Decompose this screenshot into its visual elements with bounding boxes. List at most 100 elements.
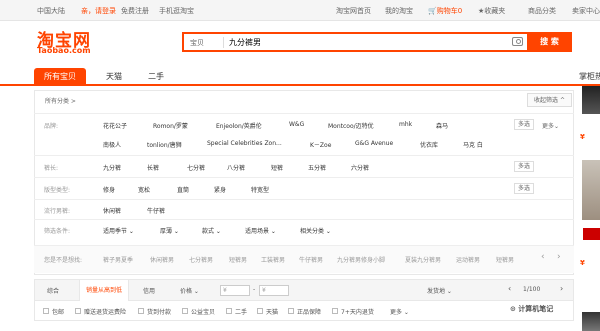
brand-option[interactable]: mhk <box>399 121 412 128</box>
taobao-home-link[interactable]: 淘宝网首页 <box>336 6 371 16</box>
brand-option[interactable]: G&G Avenue <box>355 140 393 147</box>
tab-tmall[interactable]: 天猫 <box>96 68 132 86</box>
suggest-link[interactable]: 牛仔裤男 <box>299 255 323 264</box>
ship-from-dropdown[interactable]: 发货地 ⌄ <box>427 286 452 295</box>
charity-checkbox[interactable] <box>182 308 188 314</box>
mobile-taobao-link[interactable]: 手机逛淘宝 <box>159 6 194 16</box>
brand-option[interactable]: 马克 白 <box>463 140 483 149</box>
suggest-link[interactable]: 运动裤男 <box>456 255 480 264</box>
fit-option[interactable]: 紧身 <box>214 185 226 194</box>
breadcrumb[interactable]: 所有分类 > <box>45 96 76 105</box>
cod-checkbox[interactable] <box>138 308 144 314</box>
suggest-link[interactable]: 短裤男 <box>229 255 247 264</box>
length-option[interactable]: 七分裤 <box>187 163 205 172</box>
price-dash: - <box>253 286 256 293</box>
style-dropdown[interactable]: 款式 ⌄ <box>202 226 221 235</box>
related-category-dropdown[interactable]: 相关分类 ⌄ <box>300 226 331 235</box>
region-selector[interactable]: 中国大陆 <box>37 6 65 16</box>
popular-option[interactable]: 休闲裤 <box>103 206 121 215</box>
brand-option[interactable]: Montcoo/迈特优 <box>328 121 374 130</box>
collapse-filter-button[interactable]: 收起筛选 ^ <box>527 93 572 107</box>
ad-badge <box>583 228 600 240</box>
genuine-label: 正品保障 <box>297 309 322 316</box>
suggest-prev-icon[interactable]: ‹ <box>541 252 545 262</box>
search-type-selector[interactable]: 宝贝 <box>190 38 204 48</box>
length-option[interactable]: 五分裤 <box>308 163 326 172</box>
fit-option[interactable]: 直筒 <box>177 185 189 194</box>
my-taobao-link[interactable]: 我的淘宝 <box>385 6 413 16</box>
suggest-link[interactable]: 工装裤男 <box>261 255 285 264</box>
conditions-label: 筛选条件: <box>44 228 71 235</box>
scene-dropdown[interactable]: 适用场景 ⌄ <box>245 226 276 235</box>
suggest-link[interactable]: 短裤男 <box>496 255 514 264</box>
next-page-icon[interactable]: › <box>560 284 563 293</box>
suggest-next-icon[interactable]: › <box>557 252 561 262</box>
seven-day-return-checkbox[interactable] <box>332 308 338 314</box>
season-dropdown[interactable]: 适用季节 ⌄ <box>103 226 134 235</box>
brand-option[interactable]: Romon/罗蒙 <box>153 121 188 130</box>
register-link[interactable]: 免费注册 <box>121 6 149 16</box>
tmall-checkbox[interactable] <box>257 308 263 314</box>
sort-credit[interactable]: 信用 <box>143 286 155 295</box>
fit-option[interactable]: 宽松 <box>138 185 150 194</box>
brand-multi-select-button[interactable]: 多选 <box>514 119 534 130</box>
fit-option[interactable]: 特宽型 <box>251 185 269 194</box>
secondhand-checkbox[interactable] <box>226 308 232 314</box>
result-tabs: 所有宝贝 天猫 二手 <box>0 65 600 86</box>
brand-option[interactable]: Special Celebrities Zon... <box>207 140 282 147</box>
length-option[interactable]: 长裤 <box>147 163 159 172</box>
login-link[interactable]: 亲，请登录 <box>81 6 116 16</box>
camera-icon[interactable] <box>512 37 523 46</box>
brand-option[interactable]: W&G <box>289 121 304 128</box>
return-insurance-checkbox[interactable] <box>75 308 81 314</box>
sort-bar: 综合 销量从高到低 信用 价格 ⌄ ¥ - ¥ 发货地 ⌄ ‹ 1/100 › <box>34 279 574 301</box>
brand-option[interactable]: tonlion/唐狮 <box>147 140 182 149</box>
brand-label: 品牌: <box>44 123 59 130</box>
sort-default[interactable]: 综合 <box>47 286 59 295</box>
brand-more-button[interactable]: 更多⌄ <box>542 121 559 130</box>
thickness-dropdown[interactable]: 厚薄 ⌄ <box>160 226 179 235</box>
suggest-link[interactable]: 七分裤男 <box>189 255 213 264</box>
search-input[interactable]: 九分裤男 <box>229 37 261 48</box>
price-min-input[interactable]: ¥ <box>220 285 250 296</box>
divider <box>223 37 224 48</box>
suggest-link[interactable]: 夏装九分裤男 <box>405 255 441 264</box>
tab-all[interactable]: 所有宝贝 <box>34 68 86 86</box>
brand-option[interactable]: 南极人 <box>103 140 121 149</box>
search-button[interactable]: 搜 索 <box>527 32 572 52</box>
tab-secondhand[interactable]: 二手 <box>138 68 174 86</box>
brand-option[interactable]: K－Zoe <box>310 140 331 149</box>
suggest-link[interactable]: 九分裤男修身小脚 <box>337 255 385 264</box>
brand-option[interactable]: 花花公子 <box>103 121 127 130</box>
ad-image[interactable] <box>582 312 600 331</box>
brand-option[interactable]: 优衣库 <box>420 140 438 149</box>
brand-option[interactable]: Enjeolon/英爵伦 <box>216 121 262 130</box>
seller-center-link[interactable]: 卖家中心 <box>572 6 600 16</box>
length-option[interactable]: 六分裤 <box>351 163 369 172</box>
length-option[interactable]: 短裤 <box>271 163 283 172</box>
cart-link[interactable]: 🛒购物车0 <box>428 6 462 16</box>
length-label: 裤长: <box>44 165 59 172</box>
fit-multi-select-button[interactable]: 多选 <box>514 183 534 194</box>
free-shipping-checkbox[interactable] <box>43 308 49 314</box>
favorites-link[interactable]: ★收藏夹 <box>478 6 505 16</box>
fit-label: 版型类型: <box>44 187 71 194</box>
brand-option[interactable]: 森马 <box>436 121 448 130</box>
length-option[interactable]: 九分裤 <box>103 163 121 172</box>
length-option[interactable]: 八分裤 <box>227 163 245 172</box>
prev-page-icon[interactable]: ‹ <box>508 284 511 293</box>
suggest-link[interactable]: 休闲裤男 <box>150 255 174 264</box>
length-multi-select-button[interactable]: 多选 <box>514 161 534 172</box>
category-link[interactable]: 商品分类 <box>528 6 556 16</box>
ad-image[interactable] <box>582 160 600 220</box>
fit-option[interactable]: 修身 <box>103 185 115 194</box>
sort-sales[interactable]: 销量从高到低 <box>79 280 130 301</box>
suggest-link[interactable]: 裤子男夏季 <box>103 255 133 264</box>
genuine-checkbox[interactable] <box>288 308 294 314</box>
price-max-input[interactable]: ¥ <box>259 285 289 296</box>
sort-price[interactable]: 价格 ⌄ <box>180 286 199 295</box>
suggest-label: 您是不是想找: <box>44 257 83 264</box>
more-services-dropdown[interactable]: 更多 ⌄ <box>390 307 409 316</box>
popular-option[interactable]: 牛仔裤 <box>147 206 165 215</box>
ad-image[interactable] <box>582 86 600 114</box>
